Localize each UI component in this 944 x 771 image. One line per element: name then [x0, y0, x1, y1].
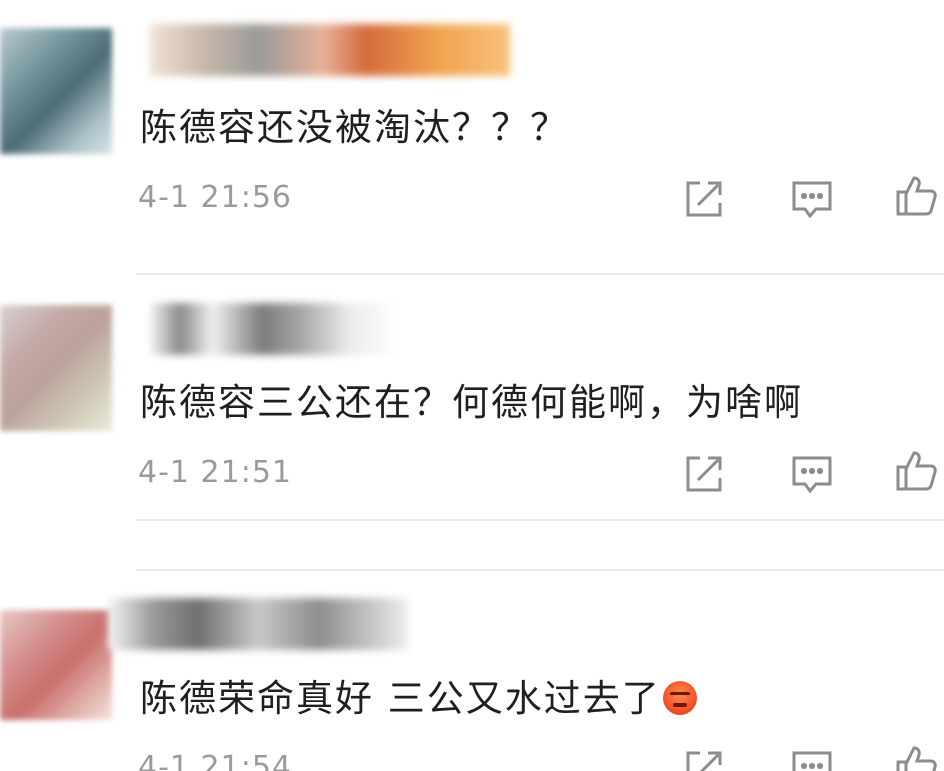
repost-icon[interactable] — [682, 452, 726, 496]
avatar[interactable] — [0, 28, 112, 154]
comment-icon[interactable] — [790, 452, 834, 496]
comment-item: 陈德容三公还在？何德何能啊，为啥啊 4-1 21:51 — [0, 275, 944, 571]
comment-text: 陈德容三公还在？何德何能啊，为啥啊 — [140, 381, 803, 424]
comment-text: 陈德荣命真好 三公又水过去了 — [140, 668, 697, 722]
comment-text: 陈德容还没被淘汰？？？ — [140, 106, 569, 149]
divider — [136, 519, 944, 521]
username-blurred[interactable] — [150, 303, 400, 355]
username-blurred[interactable] — [108, 598, 408, 650]
username-blurred[interactable] — [150, 24, 510, 76]
comment-icon[interactable] — [790, 747, 834, 771]
comment-item: 陈德容还没被淘汰？？？ 4-1 21:56 — [0, 0, 944, 275]
comment-item: 陈德荣命真好 三公又水过去了 4-1 21:54 — [0, 570, 944, 771]
like-icon[interactable] — [894, 744, 938, 771]
repost-icon[interactable] — [682, 747, 726, 771]
comment-feed: 陈德容还没被淘汰？？？ 4-1 21:56 陈德容三公还在？何德何能啊，为啥啊 … — [0, 0, 944, 771]
avatar[interactable] — [0, 305, 112, 431]
repost-icon[interactable] — [682, 177, 726, 221]
like-icon[interactable] — [894, 174, 938, 218]
timestamp: 4-1 21:54 — [138, 750, 292, 771]
comment-text-content: 陈德荣命真好 三公又水过去了 — [140, 677, 661, 720]
comment-icon[interactable] — [790, 177, 834, 221]
timestamp: 4-1 21:51 — [138, 455, 292, 490]
angry-face-emoji — [662, 680, 697, 715]
like-icon[interactable] — [894, 449, 938, 493]
avatar[interactable] — [0, 610, 112, 720]
timestamp: 4-1 21:56 — [138, 180, 292, 215]
